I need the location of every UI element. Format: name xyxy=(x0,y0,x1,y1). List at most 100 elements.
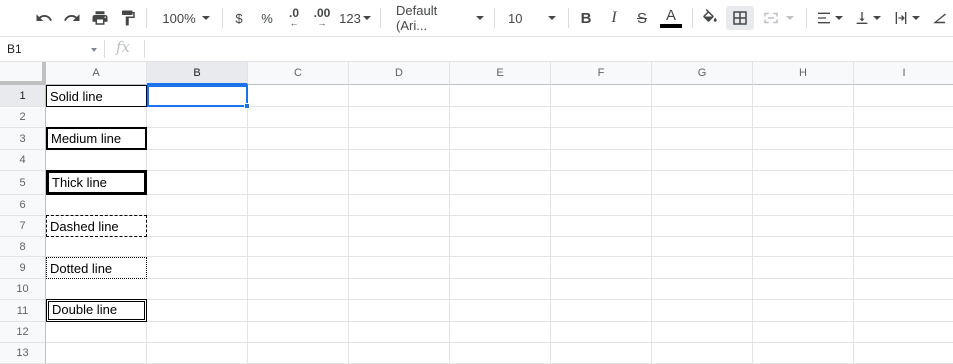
cell-a1[interactable]: Solid line xyxy=(46,85,147,107)
row-header[interactable]: 10 xyxy=(0,279,46,300)
grid-cell[interactable] xyxy=(349,128,450,150)
grid-cell[interactable] xyxy=(854,343,953,364)
grid-cell[interactable] xyxy=(248,343,349,364)
column-header-e[interactable]: E xyxy=(450,62,551,85)
grid-cell[interactable] xyxy=(248,237,349,257)
grid-cell[interactable] xyxy=(652,237,753,257)
italic-button[interactable]: I xyxy=(602,6,626,30)
grid-cell[interactable] xyxy=(652,150,753,171)
grid-cell[interactable] xyxy=(854,237,953,257)
grid-cell[interactable] xyxy=(147,257,248,279)
grid-cell[interactable] xyxy=(753,107,854,128)
grid-cell[interactable] xyxy=(854,195,953,216)
grid-cell[interactable] xyxy=(248,216,349,237)
grid-cell[interactable] xyxy=(349,343,450,364)
row-header[interactable]: 12 xyxy=(0,322,46,343)
column-header-b[interactable]: B xyxy=(147,62,248,85)
column-header-d[interactable]: D xyxy=(349,62,450,85)
grid-cell[interactable] xyxy=(450,107,551,128)
grid-cell[interactable] xyxy=(551,237,652,257)
grid-cell[interactable] xyxy=(147,216,248,237)
grid-cell[interactable] xyxy=(248,257,349,279)
grid-cell[interactable] xyxy=(450,279,551,300)
decrease-decimal-button[interactable]: .0 ← xyxy=(282,6,306,30)
zoom-select[interactable]: 100% xyxy=(156,6,216,30)
grid-cell[interactable] xyxy=(248,322,349,343)
grid-cell[interactable] xyxy=(248,85,349,107)
grid-cell[interactable] xyxy=(652,300,753,322)
column-header-g[interactable]: G xyxy=(652,62,753,85)
row-header[interactable]: 3 xyxy=(0,128,46,150)
grid-cell[interactable] xyxy=(753,128,854,150)
text-wrapping-icon[interactable] xyxy=(888,6,924,30)
font-size-select[interactable]: 10 xyxy=(504,6,560,30)
column-header-i[interactable]: I xyxy=(854,62,953,85)
grid-cell[interactable] xyxy=(248,195,349,216)
grid-cell[interactable] xyxy=(652,171,753,195)
grid-cell[interactable] xyxy=(450,343,551,364)
grid-cell[interactable] xyxy=(753,150,854,171)
grid-cell[interactable] xyxy=(349,195,450,216)
grid-cell[interactable] xyxy=(46,279,147,300)
grid-cell[interactable] xyxy=(652,343,753,364)
row-header[interactable]: 8 xyxy=(0,237,46,257)
grid-cell[interactable] xyxy=(551,150,652,171)
grid-cell[interactable] xyxy=(854,257,953,279)
currency-button[interactable]: $ xyxy=(228,6,250,30)
formula-input[interactable] xyxy=(150,37,950,61)
grid-cell[interactable] xyxy=(652,195,753,216)
grid-cell[interactable] xyxy=(248,171,349,195)
name-box[interactable]: B1 xyxy=(0,37,103,61)
grid-cell[interactable] xyxy=(753,257,854,279)
grid-cell[interactable] xyxy=(753,343,854,364)
more-formats-select[interactable]: 123 xyxy=(338,6,372,30)
text-rotation-icon[interactable] xyxy=(928,6,950,30)
row-header[interactable]: 9 xyxy=(0,257,46,279)
grid-cell[interactable] xyxy=(450,237,551,257)
grid-cell[interactable] xyxy=(46,343,147,364)
grid-cell[interactable] xyxy=(652,107,753,128)
grid-cell[interactable] xyxy=(349,107,450,128)
grid-cell[interactable] xyxy=(450,171,551,195)
grid-cell[interactable] xyxy=(349,237,450,257)
grid-cell[interactable] xyxy=(450,257,551,279)
row-header[interactable]: 7 xyxy=(0,216,46,237)
grid-cell[interactable] xyxy=(854,171,953,195)
grid-cell[interactable] xyxy=(147,107,248,128)
grid-cell[interactable] xyxy=(753,195,854,216)
grid-cell[interactable] xyxy=(854,150,953,171)
grid-cell[interactable] xyxy=(248,150,349,171)
grid-cell[interactable] xyxy=(349,322,450,343)
grid-cell[interactable] xyxy=(147,300,248,322)
grid-cell[interactable] xyxy=(753,171,854,195)
grid-cell[interactable] xyxy=(652,128,753,150)
grid-cell[interactable] xyxy=(349,257,450,279)
cell-a3[interactable]: Medium line xyxy=(46,127,147,150)
undo-icon[interactable] xyxy=(32,6,56,30)
grid-cell[interactable] xyxy=(551,322,652,343)
grid-cell[interactable] xyxy=(551,343,652,364)
select-all-corner[interactable] xyxy=(0,62,46,85)
horizontal-align-icon[interactable] xyxy=(812,6,846,30)
percent-button[interactable]: % xyxy=(256,6,278,30)
grid-cell[interactable] xyxy=(652,322,753,343)
cell-a11[interactable]: Double line xyxy=(46,299,147,322)
selected-cell-b1[interactable] xyxy=(147,85,248,107)
grid-cell[interactable] xyxy=(854,322,953,343)
row-header[interactable]: 13 xyxy=(0,343,46,364)
grid-cell[interactable] xyxy=(551,171,652,195)
grid-cell[interactable] xyxy=(854,128,953,150)
fill-handle[interactable] xyxy=(244,103,250,109)
grid-cell[interactable] xyxy=(854,85,953,107)
grid-cell[interactable] xyxy=(450,322,551,343)
grid-cell[interactable] xyxy=(551,107,652,128)
grid-cell[interactable] xyxy=(248,128,349,150)
grid-cell[interactable] xyxy=(147,195,248,216)
grid-cell[interactable] xyxy=(854,300,953,322)
cell-a5[interactable]: Thick line xyxy=(46,170,147,195)
grid-cell[interactable] xyxy=(450,300,551,322)
row-header[interactable]: 4 xyxy=(0,150,46,171)
grid-cell[interactable] xyxy=(450,150,551,171)
grid-cell[interactable] xyxy=(551,300,652,322)
row-header[interactable]: 5 xyxy=(0,171,46,195)
